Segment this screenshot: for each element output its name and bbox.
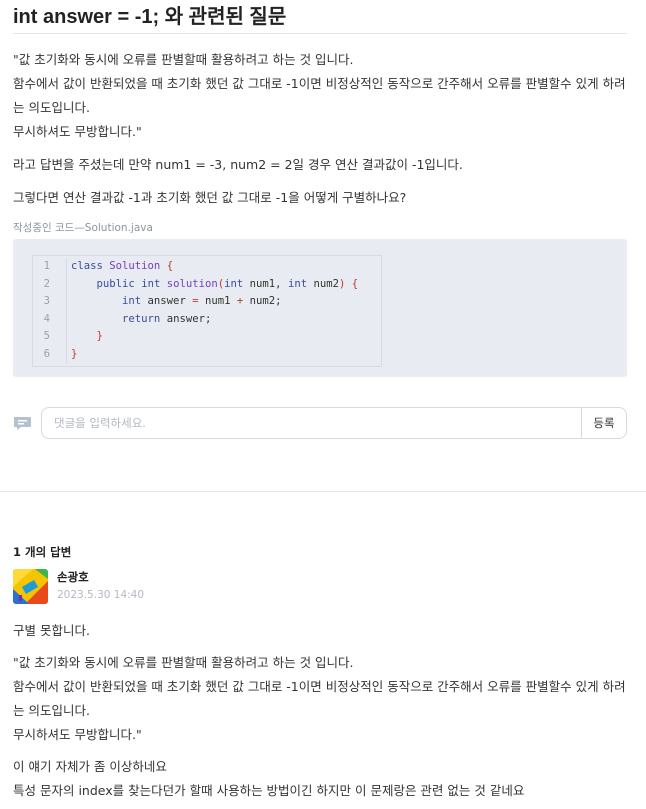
question-title: int answer = -1; 와 관련된 질문 bbox=[13, 0, 627, 34]
question-quote-line: "값 초기화와 동시에 오류를 판별할때 활용하려고 하는 것 입니다. bbox=[13, 52, 354, 67]
code-text: class Solution { bbox=[71, 260, 174, 272]
avatar[interactable] bbox=[13, 569, 48, 604]
question-quote: "값 초기화와 동시에 오류를 판별할때 활용하려고 하는 것 입니다. 함수에… bbox=[13, 48, 627, 144]
answers-section: 1 개의 답변 손광호 2023.5.30 14:40 구별 못합니다. "값 … bbox=[13, 542, 627, 809]
code-text: int answer = num1 + num2; bbox=[122, 295, 282, 308]
question-body: "값 초기화와 동시에 오류를 판별할때 활용하려고 하는 것 입니다. 함수에… bbox=[13, 48, 627, 210]
question-quote-line: 함수에서 값이 반환되었을 때 초기화 했던 값 그대로 -1이면 비정상적인 … bbox=[13, 76, 626, 91]
line-number: 2 bbox=[33, 275, 67, 294]
comment-submit-button[interactable]: 등록 bbox=[581, 407, 627, 439]
answer-quote-line: 함수에서 값이 반환되었을 때 초기화 했던 값 그대로 -1이면 비정상적인 … bbox=[13, 679, 626, 694]
question-quote-line: 는 의도입니다. bbox=[13, 100, 90, 115]
code-line: 3 int answer = num1 + num2; bbox=[33, 293, 381, 311]
comment-icon bbox=[13, 413, 33, 433]
answer-quote-line: 무시하셔도 무방합니다." bbox=[13, 727, 142, 742]
code-text: } bbox=[71, 347, 78, 360]
code-text: } bbox=[96, 330, 103, 343]
answer-paragraph: 구별 못합니다. bbox=[13, 623, 90, 638]
answer-tail-line: 이 얘기 자체가 좀 이상하네요 bbox=[13, 759, 167, 774]
code-line: 4 return answer; bbox=[33, 310, 381, 329]
line-number: 3 bbox=[33, 293, 67, 311]
code-text: return answer; bbox=[122, 312, 212, 325]
line-number: 4 bbox=[33, 310, 67, 329]
answer-tail-line: 특성 문자의 index를 찾는다던가 할때 사용하는 방법이긴 하지만 이 문… bbox=[13, 783, 525, 798]
answers-count: 1 개의 답변 bbox=[13, 545, 72, 559]
question-section: int answer = -1; 와 관련된 질문 "값 초기화와 동시에 오류… bbox=[13, 0, 627, 377]
code-line: 6} bbox=[33, 345, 381, 364]
answer-paragraph: 이 얘기 자체가 좀 이상하네요 특성 문자의 index를 찾는다던가 할때 … bbox=[13, 755, 627, 803]
answer-body: 구별 못합니다. "값 초기화와 동시에 오류를 판별할때 활용하려고 하는 것… bbox=[13, 619, 627, 803]
line-number: 6 bbox=[33, 345, 67, 364]
answer-header: 손광호 2023.5.30 14:40 bbox=[13, 569, 627, 605]
question-quote-line: 무시하셔도 무방합니다." bbox=[13, 124, 142, 139]
code-block: 1 class Solution { 2 public int solution(… bbox=[13, 239, 627, 377]
answer-quote: "값 초기화와 동시에 오류를 판별할때 활용하려고 하는 것 입니다. 함수에… bbox=[13, 651, 627, 747]
code-line: 2 public int solution(int num1, int num2… bbox=[33, 275, 381, 294]
line-number: 5 bbox=[33, 328, 67, 346]
question-paragraph: 라고 답변을 주셨는데 만약 num1 = -3, num2 = 2일 경우 연… bbox=[13, 157, 463, 172]
comment-form: 등록 bbox=[13, 407, 627, 439]
code-text: public int solution(int num1, int num2) … bbox=[96, 277, 359, 290]
question-paragraph: 그렇다면 연산 결과값 -1과 초기화 했던 값 그대로 -1을 어떻게 구별하… bbox=[13, 190, 407, 205]
author-name[interactable]: 손광호 bbox=[57, 569, 144, 585]
comment-input[interactable] bbox=[41, 407, 581, 439]
code-line: 5 } bbox=[33, 328, 381, 346]
answer-date: 2023.5.30 14:40 bbox=[57, 589, 145, 601]
section-divider bbox=[0, 491, 646, 492]
answer-quote-line: 는 의도입니다. bbox=[13, 703, 90, 718]
code-line: 1 class Solution { bbox=[33, 258, 381, 276]
code-caption: 작성중인 코드—Solution.java bbox=[13, 222, 153, 234]
code-editor: 1 class Solution { 2 public int solution(… bbox=[32, 255, 382, 367]
answer-quote-line: "값 초기화와 동시에 오류를 판별할때 활용하려고 하는 것 입니다. bbox=[13, 655, 354, 670]
author-info: 손광호 2023.5.30 14:40 bbox=[57, 569, 144, 605]
line-number: 1 bbox=[33, 258, 67, 276]
